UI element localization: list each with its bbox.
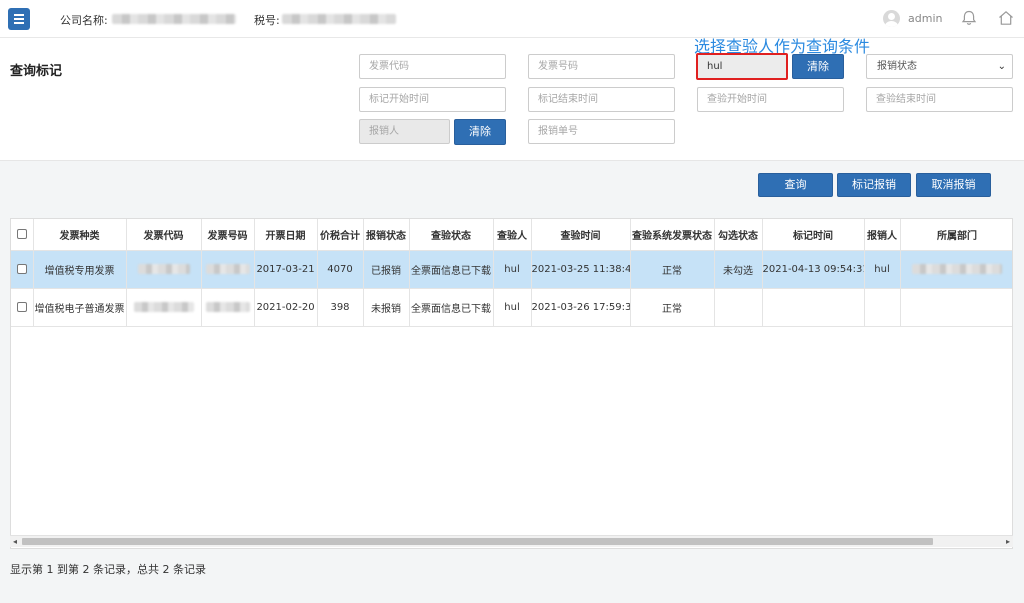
menu-toggle-button[interactable] bbox=[8, 8, 30, 30]
column-header[interactable]: 发票种类 bbox=[33, 219, 127, 251]
check-status-cell: 全票面信息已下载 bbox=[409, 250, 494, 289]
total-cell: 4070 bbox=[317, 250, 364, 289]
column-header[interactable]: 报销状态 bbox=[363, 219, 410, 251]
column-header[interactable]: 查验系统发票状态 bbox=[630, 219, 715, 251]
invoice-number-cell bbox=[201, 288, 255, 327]
check-start-time-input[interactable] bbox=[697, 87, 844, 112]
row-checkbox[interactable] bbox=[16, 301, 27, 312]
scroll-right-icon[interactable]: ▸ bbox=[1006, 536, 1010, 548]
column-header[interactable]: 价税合计 bbox=[317, 219, 364, 251]
column-header[interactable]: 查验状态 bbox=[409, 219, 494, 251]
reimburse-status-select[interactable]: 报销状态 ⌄ bbox=[866, 54, 1013, 79]
column-header[interactable]: 查验时间 bbox=[531, 219, 631, 251]
reimburse-status-value: 报销状态 bbox=[877, 61, 917, 72]
page-title: 查询标记 bbox=[10, 64, 63, 79]
tick-status-cell bbox=[714, 288, 763, 327]
check-time-cell: 2021-03-26 17:59:39 bbox=[531, 288, 631, 327]
table-row[interactable]: 增值税电子普通发票 2021-02-20 398 未报销 全票面信息已下载 hu… bbox=[11, 288, 1012, 327]
column-header[interactable]: 标记时间 bbox=[762, 219, 865, 251]
reimburse-status-cell: 未报销 bbox=[363, 288, 410, 327]
reimburse-number-input[interactable] bbox=[528, 119, 675, 144]
system-status-cell: 正常 bbox=[630, 250, 715, 289]
home-icon[interactable] bbox=[997, 9, 1015, 27]
pagination-summary: 显示第 1 到第 2 条记录，总共 2 条记录 bbox=[10, 563, 206, 576]
invoice-table: 发票种类 发票代码 发票号码 开票日期 价税合计 报销状态 查验状态 查验人 查… bbox=[10, 218, 1013, 549]
mark-start-time-input[interactable] bbox=[359, 87, 506, 112]
column-header[interactable]: 查验人 bbox=[493, 219, 532, 251]
invoice-code-cell bbox=[126, 250, 202, 289]
company-name-label: 公司名称: bbox=[60, 14, 108, 27]
reimburser-input[interactable] bbox=[359, 119, 450, 144]
column-header[interactable]: 勾选状态 bbox=[714, 219, 763, 251]
chevron-down-icon: ⌄ bbox=[997, 61, 1006, 72]
invoice-code-redacted bbox=[133, 301, 194, 312]
menu-icon-line bbox=[14, 18, 24, 20]
column-header[interactable]: 报销人 bbox=[864, 219, 901, 251]
department-redacted bbox=[912, 263, 1002, 274]
mark-time-cell: 2021-04-13 09:54:31 bbox=[762, 250, 865, 289]
issue-date-cell: 2017-03-21 bbox=[254, 250, 318, 289]
department-cell bbox=[900, 288, 1012, 327]
query-button[interactable]: 查询 bbox=[758, 173, 833, 197]
cancel-reimbursement-button[interactable]: 取消报销 bbox=[916, 173, 991, 197]
invoice-type-cell: 增值税专用发票 bbox=[33, 250, 127, 289]
issue-date-cell: 2021-02-20 bbox=[254, 288, 318, 327]
table-header-row: 发票种类 发票代码 发票号码 开票日期 价税合计 报销状态 查验状态 查验人 查… bbox=[11, 219, 1012, 251]
check-time-cell: 2021-03-25 11:38:43 bbox=[531, 250, 631, 289]
invoice-type-cell: 增值税电子普通发票 bbox=[33, 288, 127, 327]
tax-number-redacted bbox=[282, 14, 396, 24]
invoice-number-redacted bbox=[205, 301, 250, 312]
select-all-checkbox-cell[interactable] bbox=[11, 219, 34, 251]
mark-reimbursed-button[interactable]: 标记报销 bbox=[837, 173, 911, 197]
department-cell bbox=[900, 250, 1012, 289]
inspector-cell: hul bbox=[493, 250, 532, 289]
inspector-input[interactable] bbox=[696, 53, 788, 80]
check-end-time-input[interactable] bbox=[866, 87, 1013, 112]
inspector-cell: hul bbox=[493, 288, 532, 327]
mark-time-cell bbox=[762, 288, 865, 327]
column-header[interactable]: 开票日期 bbox=[254, 219, 318, 251]
menu-icon bbox=[14, 14, 24, 16]
avatar[interactable] bbox=[883, 10, 900, 27]
total-cell: 398 bbox=[317, 288, 364, 327]
tick-status-cell: 未勾选 bbox=[714, 250, 763, 289]
reimburse-status-cell: 已报销 bbox=[363, 250, 410, 289]
scrollbar-thumb[interactable] bbox=[22, 538, 933, 545]
invoice-number-input[interactable] bbox=[528, 54, 675, 79]
username[interactable]: admin bbox=[908, 12, 942, 25]
clear-reimburser-button[interactable]: 清除 bbox=[454, 119, 506, 145]
invoice-code-cell bbox=[126, 288, 202, 327]
invoice-number-cell bbox=[201, 250, 255, 289]
reimburser-cell bbox=[864, 288, 901, 327]
menu-icon-line bbox=[14, 22, 24, 24]
mark-end-time-input[interactable] bbox=[528, 87, 675, 112]
scroll-left-icon[interactable]: ◂ bbox=[13, 536, 17, 548]
system-status-cell: 正常 bbox=[630, 288, 715, 327]
invoice-number-redacted bbox=[205, 263, 250, 274]
top-bar: 公司名称: 税号: admin bbox=[0, 0, 1024, 38]
table-row[interactable]: 增值税专用发票 2017-03-21 4070 已报销 全票面信息已下载 hul… bbox=[11, 250, 1012, 289]
company-name-redacted bbox=[112, 14, 236, 24]
bell-icon[interactable] bbox=[960, 9, 978, 27]
column-header[interactable]: 所属部门 bbox=[900, 219, 1012, 251]
invoice-code-redacted bbox=[137, 263, 190, 274]
invoice-code-input[interactable] bbox=[359, 54, 506, 79]
check-status-cell: 全票面信息已下载 bbox=[409, 288, 494, 327]
row-checkbox-cell[interactable] bbox=[11, 288, 34, 327]
row-checkbox[interactable] bbox=[16, 263, 27, 274]
select-all-checkbox[interactable] bbox=[16, 228, 27, 239]
clear-inspector-button[interactable]: 清除 bbox=[792, 54, 844, 79]
reimburser-cell: hul bbox=[864, 250, 901, 289]
horizontal-scrollbar[interactable]: ◂ ▸ bbox=[10, 535, 1013, 547]
row-checkbox-cell[interactable] bbox=[11, 250, 34, 289]
column-header[interactable]: 发票号码 bbox=[201, 219, 255, 251]
column-header[interactable]: 发票代码 bbox=[126, 219, 202, 251]
tax-number-label: 税号: bbox=[254, 14, 280, 27]
